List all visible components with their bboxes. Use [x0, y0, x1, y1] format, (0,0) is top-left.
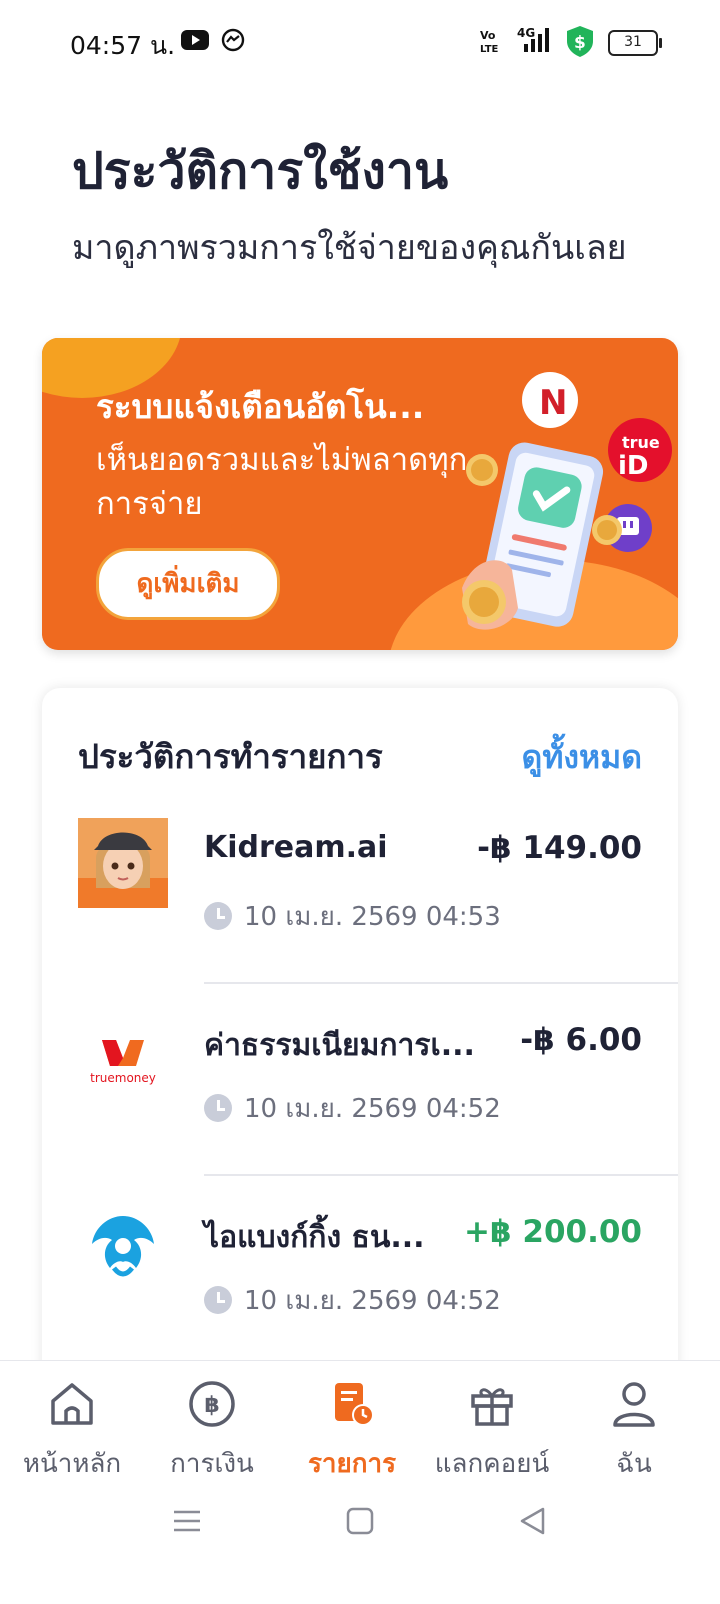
battery-icon: 31	[608, 30, 662, 56]
baht-icon: ฿	[189, 1381, 235, 1427]
nav-label: ฉัน	[616, 1449, 652, 1479]
transaction-item[interactable]: truemoney ค่าธรรมเนียมการเ... -฿ 6.00 10…	[42, 984, 678, 1176]
transaction-time-text: 10 เม.ย. 2569 04:53	[244, 902, 501, 932]
back-icon[interactable]	[518, 1506, 548, 1536]
banner-title: ระบบแจ้งเตือนอัตโน...	[96, 387, 425, 426]
transaction-time: 10 เม.ย. 2569 04:52	[204, 1088, 501, 1129]
gift-icon	[471, 1388, 513, 1426]
svg-text:$: $	[574, 33, 586, 53]
phone-payment-illustration: N true iD	[462, 372, 672, 630]
nav-item-finance[interactable]: ฿ การเงิน	[140, 1361, 284, 1479]
signal-icon	[524, 28, 549, 52]
transaction-history-card: ประวัติการทำรายการ ดูทั้งหมด Kidream.ai …	[42, 688, 678, 1388]
youtube-icon	[181, 30, 209, 50]
transaction-time-text: 10 เม.ย. 2569 04:52	[244, 1286, 501, 1316]
svg-text:iD: iD	[618, 451, 649, 481]
clock-icon	[204, 1286, 232, 1314]
messenger-icon	[221, 28, 245, 52]
transaction-name: ค่าธรรมเนียมการเ...	[204, 1028, 475, 1063]
kbank-logo-icon	[92, 1216, 154, 1277]
card-title: ประวัติการทำรายการ	[78, 737, 383, 776]
home-square-icon[interactable]	[345, 1506, 375, 1536]
nav-label: การเงิน	[170, 1449, 254, 1479]
nav-label: หน้าหลัก	[22, 1449, 122, 1479]
banner-description: เห็นยอดรวมและไม่พลาดทุกการจ่าย	[96, 442, 468, 522]
transaction-name: Kidream.ai	[204, 830, 388, 865]
transaction-time: 10 เม.ย. 2569 04:52	[204, 1280, 501, 1321]
nav-item-redeem-coins[interactable]: แลกคอยน์	[420, 1361, 564, 1479]
clock-icon	[204, 902, 232, 930]
nav-label: แลกคอยน์	[434, 1449, 550, 1479]
transaction-amount: -฿ 149.00	[477, 830, 642, 866]
clock-icon	[204, 1094, 232, 1122]
page-title: ประวัติการใช้งาน	[72, 142, 449, 200]
truemoney-logo-icon: truemoney	[90, 1040, 156, 1085]
profile-icon	[613, 1382, 655, 1427]
svg-text:฿: ฿	[204, 1393, 219, 1418]
volte-icon: Vo LTE	[480, 29, 499, 54]
transaction-list-icon	[335, 1383, 374, 1426]
see-all-link[interactable]: ดูทั้งหมด	[522, 732, 642, 783]
svg-text:true: true	[622, 433, 660, 452]
transaction-time-text: 10 เม.ย. 2569 04:52	[244, 1094, 501, 1124]
netflix-icon: N	[539, 383, 567, 423]
home-icon	[51, 1383, 93, 1425]
promo-banner[interactable]: ระบบแจ้งเตือนอัตโน... เห็นยอดรวมและไม่พล…	[42, 338, 678, 650]
nav-label: รายการ	[307, 1449, 397, 1479]
transaction-item[interactable]: Kidream.ai -฿ 149.00 10 เม.ย. 2569 04:53	[42, 792, 678, 984]
security-shield-icon: $	[567, 26, 593, 57]
transaction-name: ไอแบงก์กิ้ง ธน...	[204, 1220, 425, 1255]
system-navigation-bar	[0, 1500, 720, 1604]
transaction-amount: +฿ 200.00	[464, 1214, 642, 1250]
see-more-button[interactable]: ดูเพิ่มเติม	[96, 548, 280, 620]
battery-level: 31	[624, 34, 642, 50]
nav-item-me[interactable]: ฉัน	[562, 1361, 706, 1479]
status-time: 04:57 น.	[70, 31, 176, 60]
transaction-amount: -฿ 6.00	[520, 1022, 642, 1058]
svg-text:Vo: Vo	[480, 29, 496, 42]
svg-text:LTE: LTE	[480, 44, 499, 54]
kidream-avatar-icon	[78, 818, 168, 908]
bottom-navigation: หน้าหลัก ฿ การเงิน รายการ แลกคอยน์ ฉัน	[0, 1360, 720, 1479]
status-bar: 04:57 น. Vo LTE 4G $ 31	[0, 0, 720, 84]
nav-item-home[interactable]: หน้าหลัก	[0, 1361, 144, 1479]
menu-icon[interactable]	[172, 1506, 202, 1536]
svg-text:truemoney: truemoney	[90, 1071, 156, 1085]
transaction-item[interactable]: ไอแบงก์กิ้ง ธน... +฿ 200.00 10 เม.ย. 256…	[42, 1176, 678, 1368]
nav-item-transactions[interactable]: รายการ	[280, 1361, 424, 1479]
page-subtitle: มาดูภาพรวมการใช้จ่ายของคุณกันเลย	[72, 228, 627, 268]
transaction-time: 10 เม.ย. 2569 04:53	[204, 896, 501, 937]
